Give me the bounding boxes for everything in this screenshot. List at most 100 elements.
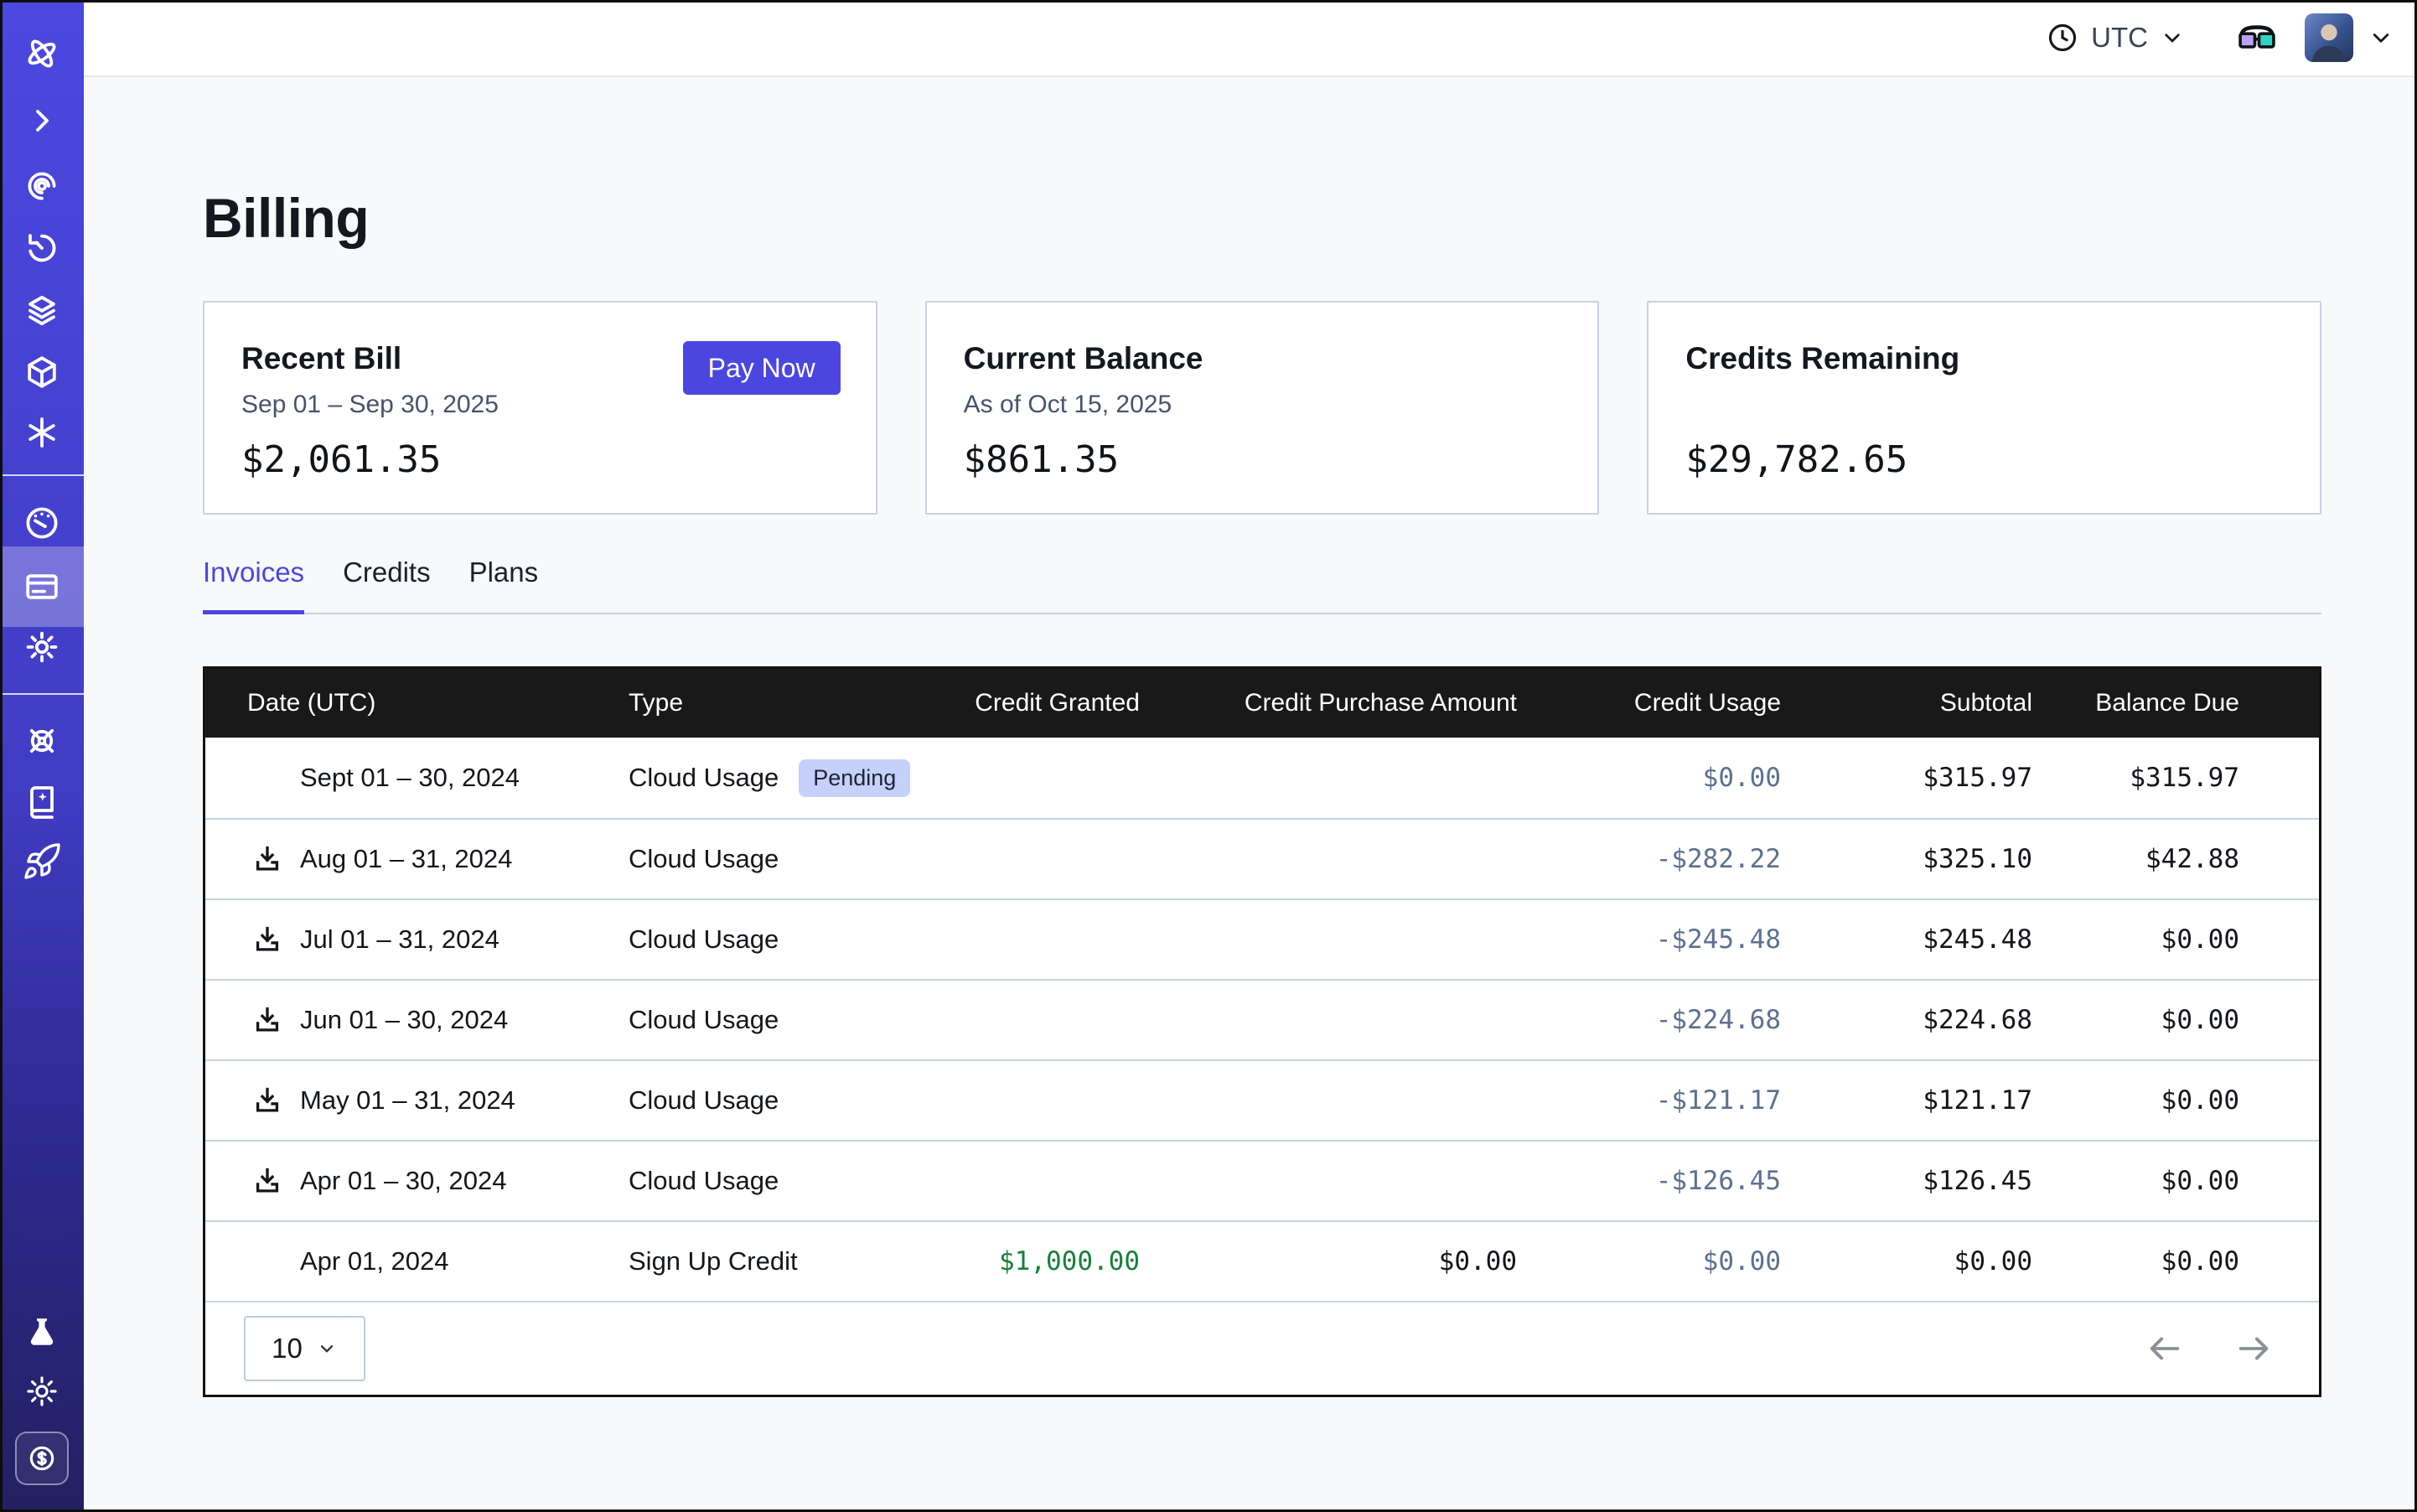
card-title: Credits Remaining — [1685, 341, 2285, 376]
subtotal-value: $224.68 — [1823, 1005, 2074, 1035]
previous-page-button[interactable] — [2145, 1329, 2184, 1368]
chevron-down-icon — [316, 1338, 338, 1359]
table-row: Apr 01 – 30, 2024 Cloud Usage -$126.45 $… — [205, 1140, 2319, 1220]
pagination: 10 — [205, 1301, 2319, 1395]
balance-due-value: $0.00 — [2074, 1166, 2319, 1196]
timezone-label: UTC — [2091, 22, 2148, 54]
dollar-badge-icon[interactable] — [15, 1432, 69, 1485]
avatar[interactable] — [2305, 13, 2353, 62]
table-row: Aug 01 – 31, 2024 Cloud Usage -$282.22 $… — [205, 818, 2319, 898]
main-content: Billing Recent Bill Sep 01 – Sep 30, 202… — [84, 77, 2417, 1512]
chevron-down-icon[interactable] — [2367, 23, 2395, 52]
asterisk-icon[interactable] — [22, 412, 62, 453]
subtotal-value: $126.45 — [1823, 1166, 2074, 1196]
timezone-selector[interactable]: UTC — [2045, 20, 2186, 55]
invoice-date: Apr 01 – 30, 2024 — [300, 1166, 506, 1196]
chevron-down-icon — [2159, 24, 2186, 51]
credit-usage-value: -$245.48 — [1559, 924, 1823, 955]
page-title: Billing — [203, 186, 2321, 250]
credit-usage-value: $0.00 — [1559, 763, 1823, 793]
credit-usage-value: -$126.45 — [1559, 1166, 1823, 1196]
invoice-type-cell: Sign Up Credit — [629, 1246, 947, 1276]
download-invoice-button[interactable] — [251, 842, 283, 876]
status-badge: Pending — [799, 759, 910, 797]
credit-card-icon[interactable] — [22, 567, 62, 607]
timer-icon[interactable] — [22, 228, 62, 268]
sidebar-divider — [0, 474, 84, 476]
sidebar — [0, 0, 84, 1512]
download-invoice-button[interactable] — [251, 1084, 283, 1117]
balance-due-value: $0.00 — [2074, 1085, 2319, 1116]
invoice-date: Sept 01 – 30, 2024 — [300, 763, 520, 793]
invoice-type-cell: Cloud Usage — [629, 924, 947, 955]
flask-icon[interactable] — [22, 1313, 62, 1353]
invoice-type-cell: Cloud Usage — [629, 1005, 947, 1035]
column-header-type: Type — [629, 689, 947, 717]
next-page-button[interactable] — [2234, 1329, 2273, 1368]
gear-icon[interactable] — [22, 627, 62, 667]
download-invoice-button[interactable] — [251, 1003, 283, 1037]
invoice-date-cell: Sept 01 – 30, 2024 — [205, 763, 629, 793]
current-balance-card: Current Balance As of Oct 15, 2025 $861.… — [925, 301, 1600, 515]
balance-due-value: $0.00 — [2074, 1246, 2319, 1276]
card-title: Current Balance — [964, 341, 1563, 376]
layers-icon[interactable] — [22, 290, 62, 330]
balance-due-value: $42.88 — [2074, 844, 2319, 874]
invoice-type-cell: Cloud Usage — [629, 1085, 947, 1116]
cube-icon[interactable] — [22, 352, 62, 392]
invoice-date-cell: Apr 01, 2024 — [205, 1246, 629, 1276]
chevron-right-icon[interactable] — [22, 101, 62, 141]
invoice-type: Cloud Usage — [629, 1166, 779, 1196]
credit-usage-value: -$224.68 — [1559, 1005, 1823, 1035]
invoice-type-cell: Cloud Usage — [629, 1166, 947, 1196]
app-window: UTC Billing Recent — [0, 0, 2417, 1512]
table-row: May 01 – 31, 2024 Cloud Usage -$121.17 $… — [205, 1059, 2319, 1140]
page-size-select[interactable]: 10 — [244, 1316, 365, 1381]
credit-purchase-value: $0.00 — [1182, 1246, 1559, 1276]
download-invoice-button[interactable] — [251, 923, 283, 956]
logo-orbit-icon[interactable] — [22, 34, 62, 74]
invoice-type: Cloud Usage — [629, 1005, 779, 1035]
invoice-date-cell: Apr 01 – 30, 2024 — [205, 1164, 629, 1198]
recent-bill-amount: $2,061.35 — [241, 438, 441, 481]
invoice-date: Apr 01, 2024 — [300, 1246, 449, 1276]
table-header: Date (UTC) Type Credit Granted Credit Pu… — [205, 669, 2319, 738]
credit-granted-value: $1,000.00 — [947, 1246, 1182, 1276]
topbar: UTC — [84, 0, 2417, 77]
tab-plans[interactable]: Plans — [469, 557, 539, 614]
rocket-icon[interactable] — [22, 841, 62, 882]
sun-icon[interactable] — [22, 1371, 62, 1411]
invoice-type: Cloud Usage — [629, 844, 779, 874]
column-header-date: Date (UTC) — [205, 689, 629, 717]
table-row: Sept 01 – 30, 2024 Cloud Usage Pending $… — [205, 738, 2319, 818]
recent-bill-card: Recent Bill Sep 01 – Sep 30, 2025 Pay No… — [203, 301, 877, 515]
table-row: Jun 01 – 30, 2024 Cloud Usage -$224.68 $… — [205, 979, 2319, 1059]
credits-remaining-card: Credits Remaining $29,782.65 — [1647, 301, 2321, 515]
tab-invoices[interactable]: Invoices — [203, 557, 304, 614]
spiral-icon[interactable] — [22, 166, 62, 206]
gauge-icon[interactable] — [22, 503, 62, 543]
tab-credits[interactable]: Credits — [343, 557, 431, 614]
glasses-icon[interactable] — [2238, 23, 2276, 52]
invoice-type: Cloud Usage — [629, 924, 779, 955]
download-invoice-button[interactable] — [251, 1164, 283, 1198]
credits-remaining-amount: $29,782.65 — [1685, 438, 1907, 481]
card-subtitle: Sep 01 – Sep 30, 2025 — [241, 391, 499, 419]
credit-usage-value: -$282.22 — [1559, 844, 1823, 874]
current-balance-amount: $861.35 — [964, 438, 1119, 481]
invoice-date: Jun 01 – 30, 2024 — [300, 1005, 508, 1035]
book-sparkle-icon[interactable] — [22, 781, 62, 821]
subtotal-value: $325.10 — [1823, 844, 2074, 874]
helm-icon[interactable] — [22, 721, 62, 761]
pay-now-button[interactable]: Pay Now — [683, 341, 841, 395]
invoice-date-cell: Jun 01 – 30, 2024 — [205, 1003, 629, 1037]
invoice-date-cell: May 01 – 31, 2024 — [205, 1084, 629, 1117]
invoice-date: Jul 01 – 31, 2024 — [300, 924, 499, 955]
column-header-credit-usage: Credit Usage — [1559, 689, 1823, 717]
invoice-type: Sign Up Credit — [629, 1246, 798, 1276]
invoices-table: Date (UTC) Type Credit Granted Credit Pu… — [203, 666, 2321, 1397]
subtotal-value: $315.97 — [1823, 763, 2074, 793]
page-size-value: 10 — [272, 1333, 303, 1364]
sidebar-divider — [0, 693, 84, 695]
invoice-date-cell: Jul 01 – 31, 2024 — [205, 923, 629, 956]
